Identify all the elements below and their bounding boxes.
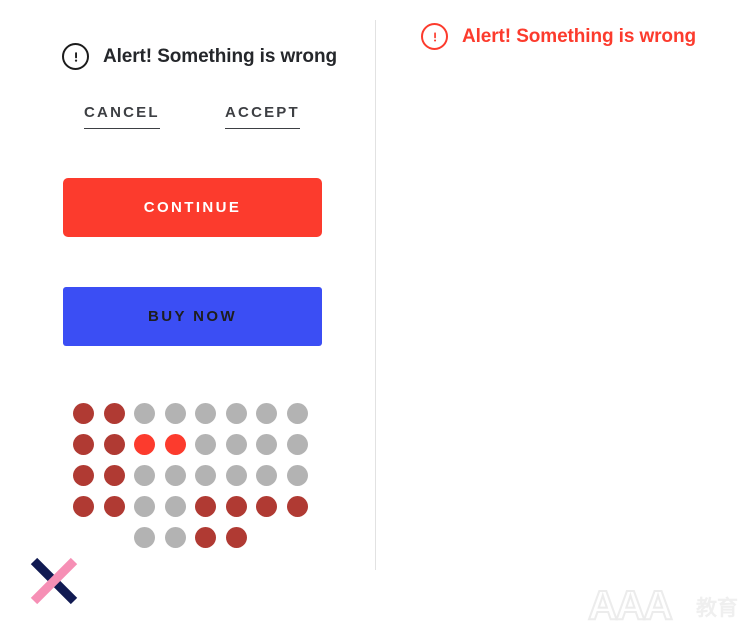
dot	[225, 527, 247, 548]
dot	[164, 403, 186, 424]
dot	[134, 403, 155, 424]
continue-button-left[interactable]: CONTINUE	[63, 178, 322, 237]
dot	[103, 496, 125, 517]
dot	[286, 496, 308, 517]
dot	[286, 403, 308, 424]
dot	[73, 496, 94, 517]
dot	[195, 527, 216, 548]
dot	[225, 434, 247, 455]
dot	[225, 403, 247, 424]
dot	[103, 465, 125, 486]
dot	[134, 496, 155, 517]
dot	[134, 465, 155, 486]
dot	[256, 496, 277, 517]
alert-message-right: Alert! Something is wrong	[421, 23, 696, 50]
cross-mark-icon	[25, 552, 83, 610]
dot	[256, 434, 277, 455]
dot	[164, 527, 186, 548]
dot	[195, 465, 216, 486]
dot	[195, 403, 216, 424]
dot	[256, 465, 277, 486]
dot	[134, 434, 155, 455]
dot	[73, 403, 94, 424]
alert-circle-icon	[62, 43, 89, 70]
dot	[73, 465, 94, 486]
dot	[164, 465, 186, 486]
dot	[225, 496, 247, 517]
dot	[164, 434, 186, 455]
alert-message-left: Alert! Something is wrong	[62, 43, 337, 70]
left-panel: Alert! Something is wrong CANCEL ACCEPT …	[0, 0, 375, 630]
dot	[195, 434, 216, 455]
dot	[286, 434, 308, 455]
dot	[134, 527, 155, 548]
dot	[103, 403, 125, 424]
dot	[286, 465, 308, 486]
dot	[73, 434, 94, 455]
accept-link-left[interactable]: ACCEPT	[225, 104, 300, 129]
dot	[256, 403, 277, 424]
alert-text: Alert! Something is wrong	[103, 45, 337, 67]
dot	[103, 434, 125, 455]
design-comparison-canvas: Alert! Something is wrong CANCEL ACCEPT …	[0, 0, 750, 630]
dot	[195, 496, 216, 517]
dot	[225, 465, 247, 486]
alert-circle-icon	[421, 23, 448, 50]
alert-text: Alert! Something is wrong	[462, 25, 696, 47]
right-panel: Alert! Something is wrong CANCEL ACCEPT …	[375, 0, 750, 630]
buy-now-button-left[interactable]: BUY NOW	[63, 287, 322, 346]
dot	[164, 496, 186, 517]
cancel-link-left[interactable]: CANCEL	[84, 104, 160, 129]
